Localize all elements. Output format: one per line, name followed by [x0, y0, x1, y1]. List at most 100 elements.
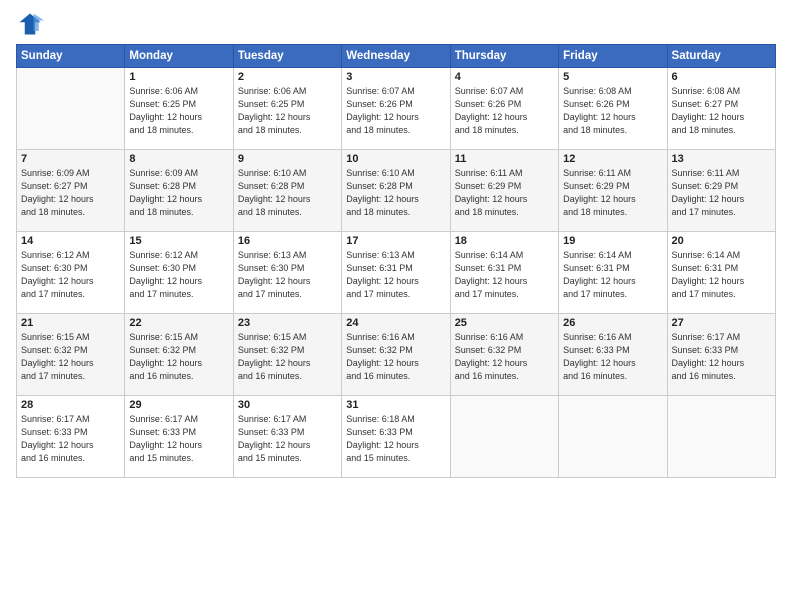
day-info: Sunrise: 6:15 AMSunset: 6:32 PMDaylight:…	[238, 331, 337, 383]
week-row-4: 21 Sunrise: 6:15 AMSunset: 6:32 PMDayligh…	[17, 314, 776, 396]
weekday-header-tuesday: Tuesday	[233, 45, 341, 68]
day-cell	[17, 68, 125, 150]
day-cell: 27 Sunrise: 6:17 AMSunset: 6:33 PMDayligh…	[667, 314, 775, 396]
day-number: 13	[672, 153, 771, 165]
day-number: 25	[455, 317, 554, 329]
day-cell: 4 Sunrise: 6:07 AMSunset: 6:26 PMDaylight…	[450, 68, 558, 150]
day-cell: 23 Sunrise: 6:15 AMSunset: 6:32 PMDayligh…	[233, 314, 341, 396]
day-cell	[450, 396, 558, 478]
weekday-header-friday: Friday	[559, 45, 667, 68]
day-info: Sunrise: 6:13 AMSunset: 6:30 PMDaylight:…	[238, 249, 337, 301]
day-cell: 21 Sunrise: 6:15 AMSunset: 6:32 PMDayligh…	[17, 314, 125, 396]
day-info: Sunrise: 6:08 AMSunset: 6:26 PMDaylight:…	[563, 85, 662, 137]
day-cell	[559, 396, 667, 478]
day-number: 28	[21, 399, 120, 411]
day-number: 8	[129, 153, 228, 165]
day-info: Sunrise: 6:12 AMSunset: 6:30 PMDaylight:…	[21, 249, 120, 301]
day-info: Sunrise: 6:14 AMSunset: 6:31 PMDaylight:…	[455, 249, 554, 301]
day-cell: 12Sunrise: 6:11 AMSunset: 6:29 PMDayligh…	[559, 150, 667, 232]
day-number: 3	[346, 71, 445, 83]
day-cell: 14Sunrise: 6:12 AMSunset: 6:30 PMDayligh…	[17, 232, 125, 314]
day-cell: 18 Sunrise: 6:14 AMSunset: 6:31 PMDayligh…	[450, 232, 558, 314]
day-cell: 7Sunrise: 6:09 AMSunset: 6:27 PMDaylight…	[17, 150, 125, 232]
day-cell: 13Sunrise: 6:11 AMSunset: 6:29 PMDayligh…	[667, 150, 775, 232]
day-info: Sunrise: 6:17 AMSunset: 6:33 PMDaylight:…	[672, 331, 771, 383]
day-info: Sunrise: 6:06 AMSunset: 6:25 PMDaylight:…	[129, 85, 228, 137]
day-cell: 10 Sunrise: 6:10 AMSunset: 6:28 PMDayligh…	[342, 150, 450, 232]
day-number: 4	[455, 71, 554, 83]
day-info: Sunrise: 6:07 AMSunset: 6:26 PMDaylight:…	[346, 85, 445, 137]
day-cell: 20 Sunrise: 6:14 AMSunset: 6:31 PMDayligh…	[667, 232, 775, 314]
day-cell: 9 Sunrise: 6:10 AMSunset: 6:28 PMDaylight…	[233, 150, 341, 232]
day-number: 19	[563, 235, 662, 247]
day-cell: 3 Sunrise: 6:07 AMSunset: 6:26 PMDaylight…	[342, 68, 450, 150]
day-cell: 2Sunrise: 6:06 AMSunset: 6:25 PMDaylight…	[233, 68, 341, 150]
day-number: 23	[238, 317, 337, 329]
day-number: 5	[563, 71, 662, 83]
day-cell: 24 Sunrise: 6:16 AMSunset: 6:32 PMDayligh…	[342, 314, 450, 396]
day-info: Sunrise: 6:09 AMSunset: 6:28 PMDaylight:…	[129, 167, 228, 219]
day-number: 16	[238, 235, 337, 247]
day-cell: 17Sunrise: 6:13 AMSunset: 6:31 PMDayligh…	[342, 232, 450, 314]
weekday-header-sunday: Sunday	[17, 45, 125, 68]
day-number: 1	[129, 71, 228, 83]
day-info: Sunrise: 6:08 AMSunset: 6:27 PMDaylight:…	[672, 85, 771, 137]
day-info: Sunrise: 6:16 AMSunset: 6:33 PMDaylight:…	[563, 331, 662, 383]
day-number: 15	[129, 235, 228, 247]
day-cell: 25 Sunrise: 6:16 AMSunset: 6:32 PMDayligh…	[450, 314, 558, 396]
day-number: 7	[21, 153, 120, 165]
day-cell: 29 Sunrise: 6:17 AMSunset: 6:33 PMDayligh…	[125, 396, 233, 478]
week-row-3: 14Sunrise: 6:12 AMSunset: 6:30 PMDayligh…	[17, 232, 776, 314]
day-info: Sunrise: 6:11 AMSunset: 6:29 PMDaylight:…	[563, 167, 662, 219]
day-info: Sunrise: 6:15 AMSunset: 6:32 PMDaylight:…	[129, 331, 228, 383]
day-number: 9	[238, 153, 337, 165]
day-cell: 8 Sunrise: 6:09 AMSunset: 6:28 PMDaylight…	[125, 150, 233, 232]
day-info: Sunrise: 6:17 AMSunset: 6:33 PMDaylight:…	[21, 413, 120, 465]
page: SundayMondayTuesdayWednesdayThursdayFrid…	[0, 0, 792, 612]
week-row-1: 1 Sunrise: 6:06 AMSunset: 6:25 PMDaylight…	[17, 68, 776, 150]
day-number: 26	[563, 317, 662, 329]
day-info: Sunrise: 6:18 AMSunset: 6:33 PMDaylight:…	[346, 413, 445, 465]
day-info: Sunrise: 6:14 AMSunset: 6:31 PMDaylight:…	[563, 249, 662, 301]
day-number: 21	[21, 317, 120, 329]
day-number: 30	[238, 399, 337, 411]
day-cell: 28 Sunrise: 6:17 AMSunset: 6:33 PMDayligh…	[17, 396, 125, 478]
day-number: 17	[346, 235, 445, 247]
day-number: 10	[346, 153, 445, 165]
day-info: Sunrise: 6:11 AMSunset: 6:29 PMDaylight:…	[455, 167, 554, 219]
day-cell: 6 Sunrise: 6:08 AMSunset: 6:27 PMDaylight…	[667, 68, 775, 150]
day-cell: 5 Sunrise: 6:08 AMSunset: 6:26 PMDaylight…	[559, 68, 667, 150]
day-number: 2	[238, 71, 337, 83]
day-info: Sunrise: 6:14 AMSunset: 6:31 PMDaylight:…	[672, 249, 771, 301]
day-cell: 26 Sunrise: 6:16 AMSunset: 6:33 PMDayligh…	[559, 314, 667, 396]
day-number: 6	[672, 71, 771, 83]
day-number: 20	[672, 235, 771, 247]
logo-icon	[16, 10, 44, 38]
day-cell: 31Sunrise: 6:18 AMSunset: 6:33 PMDayligh…	[342, 396, 450, 478]
day-cell: 15Sunrise: 6:12 AMSunset: 6:30 PMDayligh…	[125, 232, 233, 314]
day-info: Sunrise: 6:10 AMSunset: 6:28 PMDaylight:…	[346, 167, 445, 219]
calendar-table: SundayMondayTuesdayWednesdayThursdayFrid…	[16, 44, 776, 478]
day-cell: 11 Sunrise: 6:11 AMSunset: 6:29 PMDayligh…	[450, 150, 558, 232]
logo	[16, 10, 48, 38]
day-number: 11	[455, 153, 554, 165]
day-info: Sunrise: 6:07 AMSunset: 6:26 PMDaylight:…	[455, 85, 554, 137]
day-info: Sunrise: 6:17 AMSunset: 6:33 PMDaylight:…	[129, 413, 228, 465]
day-number: 27	[672, 317, 771, 329]
day-cell: 30 Sunrise: 6:17 AMSunset: 6:33 PMDayligh…	[233, 396, 341, 478]
day-cell: 16 Sunrise: 6:13 AMSunset: 6:30 PMDayligh…	[233, 232, 341, 314]
day-info: Sunrise: 6:16 AMSunset: 6:32 PMDaylight:…	[455, 331, 554, 383]
weekday-header-wednesday: Wednesday	[342, 45, 450, 68]
header	[16, 10, 776, 38]
day-info: Sunrise: 6:15 AMSunset: 6:32 PMDaylight:…	[21, 331, 120, 383]
day-number: 24	[346, 317, 445, 329]
day-number: 22	[129, 317, 228, 329]
day-cell: 19 Sunrise: 6:14 AMSunset: 6:31 PMDayligh…	[559, 232, 667, 314]
day-cell: 1 Sunrise: 6:06 AMSunset: 6:25 PMDaylight…	[125, 68, 233, 150]
day-number: 18	[455, 235, 554, 247]
day-info: Sunrise: 6:10 AMSunset: 6:28 PMDaylight:…	[238, 167, 337, 219]
day-info: Sunrise: 6:16 AMSunset: 6:32 PMDaylight:…	[346, 331, 445, 383]
day-number: 29	[129, 399, 228, 411]
weekday-header-saturday: Saturday	[667, 45, 775, 68]
day-info: Sunrise: 6:17 AMSunset: 6:33 PMDaylight:…	[238, 413, 337, 465]
